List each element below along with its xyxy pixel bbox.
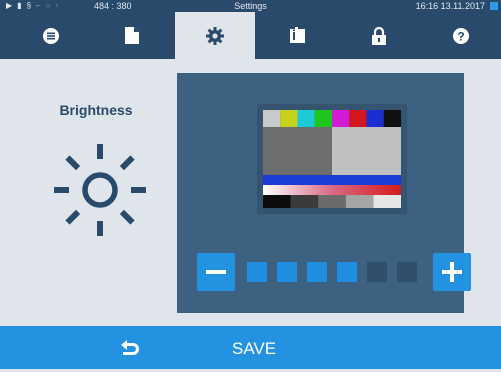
brightness-level-step [397,262,417,282]
brightness-level-step [277,262,297,282]
gear-icon [206,26,224,45]
info-book-icon [289,27,305,43]
date-time: 16:16 13.11.2017 [415,1,485,11]
test-pattern-image [257,104,407,214]
save-button[interactable]: SAVE [232,326,276,369]
help-icon: ? [453,27,469,44]
brightness-sun-icon [54,144,146,236]
back-button[interactable] [100,326,160,369]
tab-menu[interactable] [11,12,91,59]
brightness-level-indicator [247,262,417,282]
svg-text:?: ? [457,29,464,43]
decrease-brightness-button[interactable] [197,253,235,291]
tab-info[interactable] [257,12,337,59]
brightness-label: Brightness [59,102,133,118]
increase-brightness-button[interactable] [433,253,471,291]
status-flag-icon [490,2,498,10]
tab-bar: ? [0,12,501,59]
tab-documents[interactable] [92,12,172,59]
footer-bar: SAVE [0,326,501,369]
lock-icon [372,26,386,45]
brightness-level-step [367,262,387,282]
tab-settings[interactable] [175,12,255,59]
tab-lock[interactable] [339,12,419,59]
tab-help[interactable]: ? [421,12,501,59]
brightness-level-step [337,262,357,282]
back-arrow-icon [121,339,139,355]
brightness-panel [177,73,471,313]
status-bar: ▶ ▮ § ⌐ ○ ▫ 484 : 380 Settings 16:16 13.… [0,0,501,12]
document-icon [125,27,139,44]
brightness-level-step [247,262,267,282]
list-icon [43,27,59,44]
brightness-level-step [307,262,327,282]
